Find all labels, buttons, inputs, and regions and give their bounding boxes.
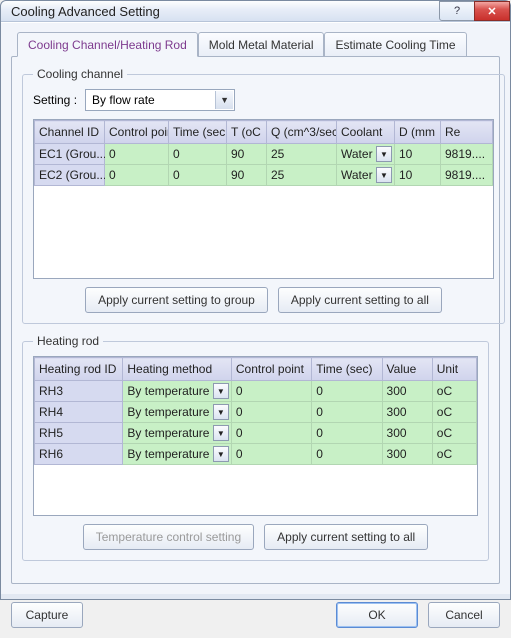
heating-header-row: Heating rod ID Heating method Control po…: [35, 358, 477, 381]
cancel-button[interactable]: Cancel: [428, 602, 500, 628]
cell-value[interactable]: 300: [382, 444, 432, 465]
table-row[interactable]: EC2 (Grou... 0 0 90 25 Water ▼ 10: [35, 165, 493, 186]
close-icon: ✕: [487, 5, 496, 18]
close-button[interactable]: ✕: [474, 1, 510, 21]
cell-time[interactable]: 0: [169, 165, 227, 186]
heating-grid[interactable]: Heating rod ID Heating method Control po…: [33, 356, 478, 516]
cell-method[interactable]: By temperature ▼: [123, 423, 231, 444]
cell-heating-id[interactable]: RH5: [35, 423, 123, 444]
cell-time[interactable]: 0: [312, 402, 382, 423]
cell-time[interactable]: 0: [169, 144, 227, 165]
cell-heating-id[interactable]: RH6: [35, 444, 123, 465]
cell-method[interactable]: By temperature ▼: [123, 381, 231, 402]
col-coolant[interactable]: Coolant: [337, 121, 395, 144]
cell-q[interactable]: 25: [267, 144, 337, 165]
col-d[interactable]: D (mm: [395, 121, 441, 144]
cell-re[interactable]: 9819....: [441, 165, 493, 186]
cell-heating-id[interactable]: RH3: [35, 381, 123, 402]
cell-ctrl-point[interactable]: 0: [231, 423, 311, 444]
cell-toc[interactable]: 90: [227, 144, 267, 165]
cell-coolant[interactable]: Water ▼: [337, 144, 395, 165]
apply-to-group-button[interactable]: Apply current setting to group: [85, 287, 268, 313]
col-time[interactable]: Time (sec: [169, 121, 227, 144]
cell-channel-id[interactable]: EC2 (Grou...: [35, 165, 105, 186]
table-row[interactable]: RH3 By temperature ▼ 0 0 300 oC: [35, 381, 477, 402]
chevron-down-icon: ▼: [215, 91, 233, 109]
cell-unit[interactable]: oC: [432, 444, 476, 465]
cell-d[interactable]: 10: [395, 165, 441, 186]
table-row[interactable]: RH5 By temperature ▼ 0 0 300 oC: [35, 423, 477, 444]
cell-method[interactable]: By temperature ▼: [123, 444, 231, 465]
setting-value: By flow rate: [92, 93, 155, 107]
cell-d[interactable]: 10: [395, 144, 441, 165]
setting-label: Setting :: [33, 93, 77, 107]
cell-q[interactable]: 25: [267, 165, 337, 186]
cell-channel-id[interactable]: EC1 (Grou...: [35, 144, 105, 165]
cell-time[interactable]: 0: [312, 381, 382, 402]
cell-value[interactable]: 300: [382, 381, 432, 402]
dialog-body: Cooling Channel/Heating Rod Mold Metal M…: [1, 22, 510, 594]
cell-unit[interactable]: oC: [432, 381, 476, 402]
capture-button[interactable]: Capture: [11, 602, 83, 628]
cell-re[interactable]: 9819....: [441, 144, 493, 165]
cell-ctrl-point[interactable]: 0: [231, 381, 311, 402]
cell-coolant[interactable]: Water ▼: [337, 165, 395, 186]
col-time[interactable]: Time (sec): [312, 358, 382, 381]
col-channel-id[interactable]: Channel ID: [35, 121, 105, 144]
col-method[interactable]: Heating method: [123, 358, 231, 381]
heating-apply-all-button[interactable]: Apply current setting to all: [264, 524, 428, 550]
cell-ctrl-point[interactable]: 0: [231, 444, 311, 465]
help-icon: ?: [454, 5, 460, 17]
table-row[interactable]: RH6 By temperature ▼ 0 0 300 oC: [35, 444, 477, 465]
heating-rod-legend: Heating rod: [33, 334, 103, 348]
footer: Capture OK Cancel: [1, 594, 510, 638]
cell-unit[interactable]: oC: [432, 402, 476, 423]
chevron-down-icon[interactable]: ▼: [213, 446, 229, 462]
help-button[interactable]: ?: [439, 1, 475, 21]
cell-value[interactable]: 300: [382, 423, 432, 444]
tab-mold-material[interactable]: Mold Metal Material: [198, 32, 325, 57]
chevron-down-icon[interactable]: ▼: [213, 404, 229, 420]
titlebar: Cooling Advanced Setting ? ✕: [1, 1, 510, 22]
chevron-down-icon[interactable]: ▼: [213, 425, 229, 441]
cell-value[interactable]: 300: [382, 402, 432, 423]
col-ctrl-point[interactable]: Control point: [231, 358, 311, 381]
apply-to-all-button[interactable]: Apply current setting to all: [278, 287, 442, 313]
tabstrip: Cooling Channel/Heating Rod Mold Metal M…: [17, 31, 500, 56]
col-control-point[interactable]: Control poin: [105, 121, 169, 144]
col-heating-id[interactable]: Heating rod ID: [35, 358, 123, 381]
tab-estimate-cooling[interactable]: Estimate Cooling Time: [324, 32, 466, 57]
window-title: Cooling Advanced Setting: [11, 4, 439, 19]
tab-cooling-heating[interactable]: Cooling Channel/Heating Rod: [17, 32, 198, 57]
cell-toc[interactable]: 90: [227, 165, 267, 186]
cooling-channel-group: Cooling channel Setting : By flow rate ▼: [22, 67, 505, 324]
dialog-window: Cooling Advanced Setting ? ✕ Cooling Cha…: [0, 0, 511, 600]
chevron-down-icon[interactable]: ▼: [376, 167, 392, 183]
chevron-down-icon[interactable]: ▼: [376, 146, 392, 162]
ok-button[interactable]: OK: [336, 602, 418, 628]
col-toc[interactable]: T (oC: [227, 121, 267, 144]
col-re[interactable]: Re: [441, 121, 493, 144]
temp-control-setting-button[interactable]: Temperature control setting: [83, 524, 254, 550]
col-unit[interactable]: Unit: [432, 358, 476, 381]
cooling-channel-legend: Cooling channel: [33, 67, 127, 81]
cell-unit[interactable]: oC: [432, 423, 476, 444]
cell-method[interactable]: By temperature ▼: [123, 402, 231, 423]
tabpanel: Cooling channel Setting : By flow rate ▼: [11, 56, 500, 584]
cell-heating-id[interactable]: RH4: [35, 402, 123, 423]
col-value[interactable]: Value: [382, 358, 432, 381]
cooling-grid[interactable]: Channel ID Control poin Time (sec T (oC …: [33, 119, 494, 279]
setting-combo[interactable]: By flow rate ▼: [85, 89, 235, 111]
cell-time[interactable]: 0: [312, 423, 382, 444]
cell-ctrl-point[interactable]: 0: [231, 402, 311, 423]
table-row[interactable]: EC1 (Grou... 0 0 90 25 Water ▼ 10: [35, 144, 493, 165]
chevron-down-icon[interactable]: ▼: [213, 383, 229, 399]
col-q[interactable]: Q (cm^3/sec: [267, 121, 337, 144]
cell-control-point[interactable]: 0: [105, 165, 169, 186]
heating-rod-group: Heating rod Heating rod ID Heating metho…: [22, 334, 489, 561]
cell-time[interactable]: 0: [312, 444, 382, 465]
cooling-header-row: Channel ID Control poin Time (sec T (oC …: [35, 121, 493, 144]
cell-control-point[interactable]: 0: [105, 144, 169, 165]
table-row[interactable]: RH4 By temperature ▼ 0 0 300 oC: [35, 402, 477, 423]
